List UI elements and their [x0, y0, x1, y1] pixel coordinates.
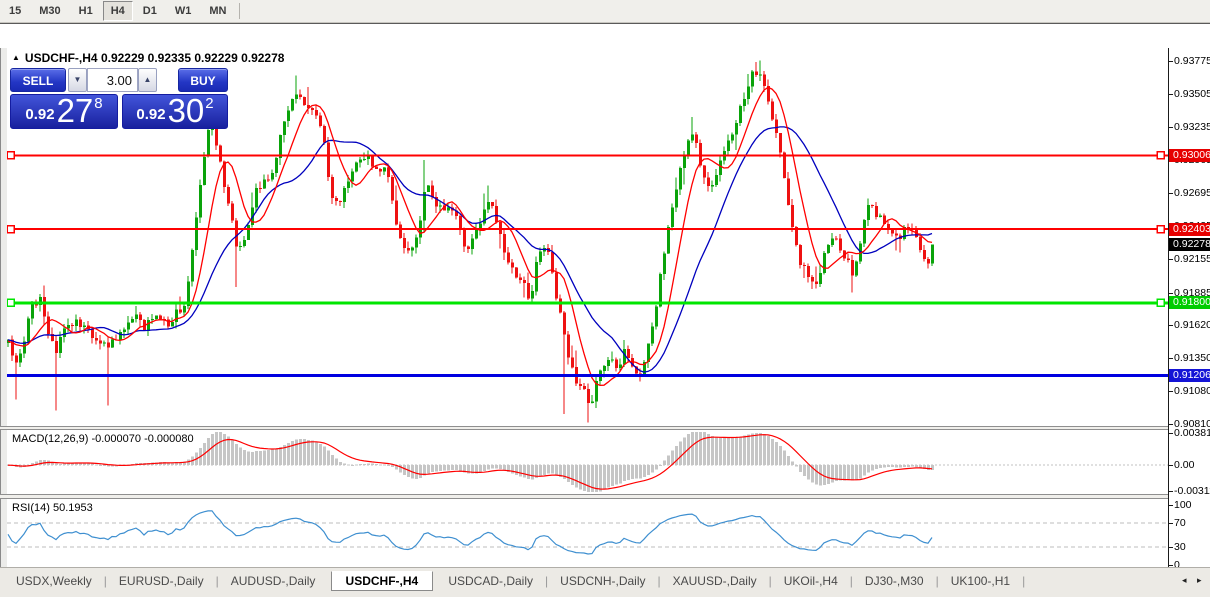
- price-axis-tick: [1169, 193, 1173, 194]
- tabs-scroll-right-icon[interactable]: ▸: [1197, 575, 1202, 586]
- timeframe-button-H1[interactable]: H1: [71, 1, 101, 21]
- volume-decrease-button[interactable]: ▼: [68, 68, 87, 92]
- timeframe-button-MN[interactable]: MN: [201, 1, 234, 21]
- rsi-axis-tick: [1169, 523, 1173, 524]
- rsi-axis-label: 70: [1174, 517, 1186, 529]
- symbol-name: USDCHF-,H4: [24, 51, 98, 65]
- sell-price-display[interactable]: 0.92 27 8: [10, 94, 118, 129]
- rsi-axis-label: 100: [1174, 499, 1192, 511]
- sell-button[interactable]: SELL: [10, 68, 66, 92]
- buy-price-display[interactable]: 0.92 30 2: [122, 94, 228, 129]
- price-axis-tick: [1169, 293, 1173, 294]
- tab-USDCHF-,H4[interactable]: USDCHF-,H4: [330, 570, 434, 591]
- ohlc-values: 0.92229 0.92335 0.92229 0.92278: [100, 51, 285, 65]
- price-axis-label: 0.91350: [1174, 352, 1210, 364]
- timeframe-button-W1[interactable]: W1: [167, 1, 200, 21]
- timeframe-button-M30[interactable]: M30: [31, 1, 68, 21]
- volume-input[interactable]: [87, 68, 138, 92]
- price-axis-label: 0.92695: [1174, 187, 1210, 199]
- buy-price-prefix: 0.92: [136, 106, 166, 123]
- price-axis-label: 0.93775: [1174, 55, 1210, 67]
- chart-tab-bar: USDX,Weekly|EURUSD-,Daily|AUDUSD-,Daily|…: [0, 567, 1210, 597]
- rsi-axis-tick: [1169, 565, 1173, 566]
- tab-UK100-,H1[interactable]: UK100-,H1: [939, 572, 1022, 590]
- rsi-axis-label: 30: [1174, 541, 1186, 553]
- price-axis-label: 0.91080: [1174, 385, 1210, 397]
- price-axis-label: 0.92155: [1174, 253, 1210, 265]
- price-axis-tick: [1169, 94, 1173, 95]
- tabs-scroll-left-icon[interactable]: ◂: [1182, 575, 1187, 586]
- chart-window: MACD(12,26,9) -0.000070 -0.000080 RSI(14…: [0, 23, 1210, 592]
- rsi-label: RSI(14) 50.1953: [12, 502, 93, 514]
- macd-pane[interactable]: MACD(12,26,9) -0.000070 -0.000080: [7, 430, 1168, 494]
- price-tag-0.92403: 0.92403: [1169, 223, 1210, 236]
- tab-DJ30-,M30[interactable]: DJ30-,M30: [853, 572, 936, 590]
- sell-price-sup: 8: [94, 95, 103, 112]
- sell-price-big: 27: [56, 92, 94, 129]
- chart-title: ▲ USDCHF-,H4 0.92229 0.92335 0.92229 0.92…: [12, 51, 284, 65]
- collapse-panel-icon[interactable]: ▲: [12, 53, 20, 62]
- macd-label: MACD(12,26,9) -0.000070 -0.000080: [12, 433, 194, 445]
- price-axis-tick: [1169, 358, 1173, 359]
- timeframe-button-D1[interactable]: D1: [135, 1, 165, 21]
- timeframe-button-H4[interactable]: H4: [102, 1, 133, 21]
- buy-price-big: 30: [167, 92, 205, 129]
- tab-USDCAD-,Daily[interactable]: USDCAD-,Daily: [436, 572, 545, 590]
- macd-axis-tick: [1169, 491, 1173, 492]
- macd-axis-label: 0.00: [1174, 459, 1195, 471]
- price-axis-label: 0.93505: [1174, 88, 1210, 100]
- price-tag-0.91206: 0.91206: [1169, 369, 1210, 382]
- price-axis-tick: [1169, 259, 1173, 260]
- macd-axis-tick: [1169, 465, 1173, 466]
- volume-increase-button[interactable]: ▲: [138, 68, 157, 92]
- tab-USDCNH-,Daily[interactable]: USDCNH-,Daily: [548, 572, 657, 590]
- timeframe-button-15[interactable]: 15: [1, 1, 29, 21]
- triangle-down-icon: ▼: [73, 75, 82, 84]
- price-axis: 0.937750.935050.932350.929650.926950.924…: [1168, 48, 1210, 571]
- price-axis-label: 0.93235: [1174, 121, 1210, 133]
- buy-button[interactable]: BUY: [178, 68, 228, 92]
- tab-XAUUSD-,Daily[interactable]: XAUUSD-,Daily: [661, 572, 769, 590]
- price-axis-label: 0.91620: [1174, 319, 1210, 331]
- macd-axis-tick: [1169, 433, 1173, 434]
- macd-axis-label: 0.003811: [1174, 427, 1210, 439]
- tab-USDX,Weekly[interactable]: USDX,Weekly: [4, 572, 104, 590]
- price-tag-0.91800: 0.91800: [1169, 296, 1210, 309]
- price-axis-tick: [1169, 325, 1173, 326]
- price-axis-tick: [1169, 61, 1173, 62]
- tab-AUDUSD-,Daily[interactable]: AUDUSD-,Daily: [219, 572, 328, 590]
- buy-price-sup: 2: [205, 95, 214, 112]
- price-axis-tick: [1169, 127, 1173, 128]
- price-tag-0.92278: 0.92278: [1169, 238, 1210, 251]
- triangle-up-icon: ▲: [143, 75, 152, 84]
- tab-UKOil-,H4[interactable]: UKOil-,H4: [772, 572, 850, 590]
- macd-axis-label: -0.00311: [1174, 485, 1210, 497]
- price-axis-tick: [1169, 424, 1173, 425]
- price-tag-0.93006: 0.93006: [1169, 149, 1210, 162]
- one-click-trading-panel: SELL ▼ ▲ BUY 0.92 27 8 0.92 30 2: [10, 68, 228, 129]
- trading-platform-window: 15 M30 H1 H4 D1 W1 MN MACD(12,26,9) -0.000070 …: [0, 0, 1210, 597]
- timeframe-toolbar: 15 M30 H1 H4 D1 W1 MN: [0, 0, 1210, 23]
- tab-separator: |: [1022, 573, 1026, 588]
- price-axis-tick: [1169, 391, 1173, 392]
- toolbar-separator: [239, 3, 241, 19]
- tab-EURUSD-,Daily[interactable]: EURUSD-,Daily: [107, 572, 216, 590]
- rsi-axis-tick: [1169, 547, 1173, 548]
- rsi-axis-tick: [1169, 505, 1173, 506]
- sell-price-prefix: 0.92: [25, 106, 55, 123]
- rsi-pane[interactable]: RSI(14) 50.1953: [7, 499, 1168, 569]
